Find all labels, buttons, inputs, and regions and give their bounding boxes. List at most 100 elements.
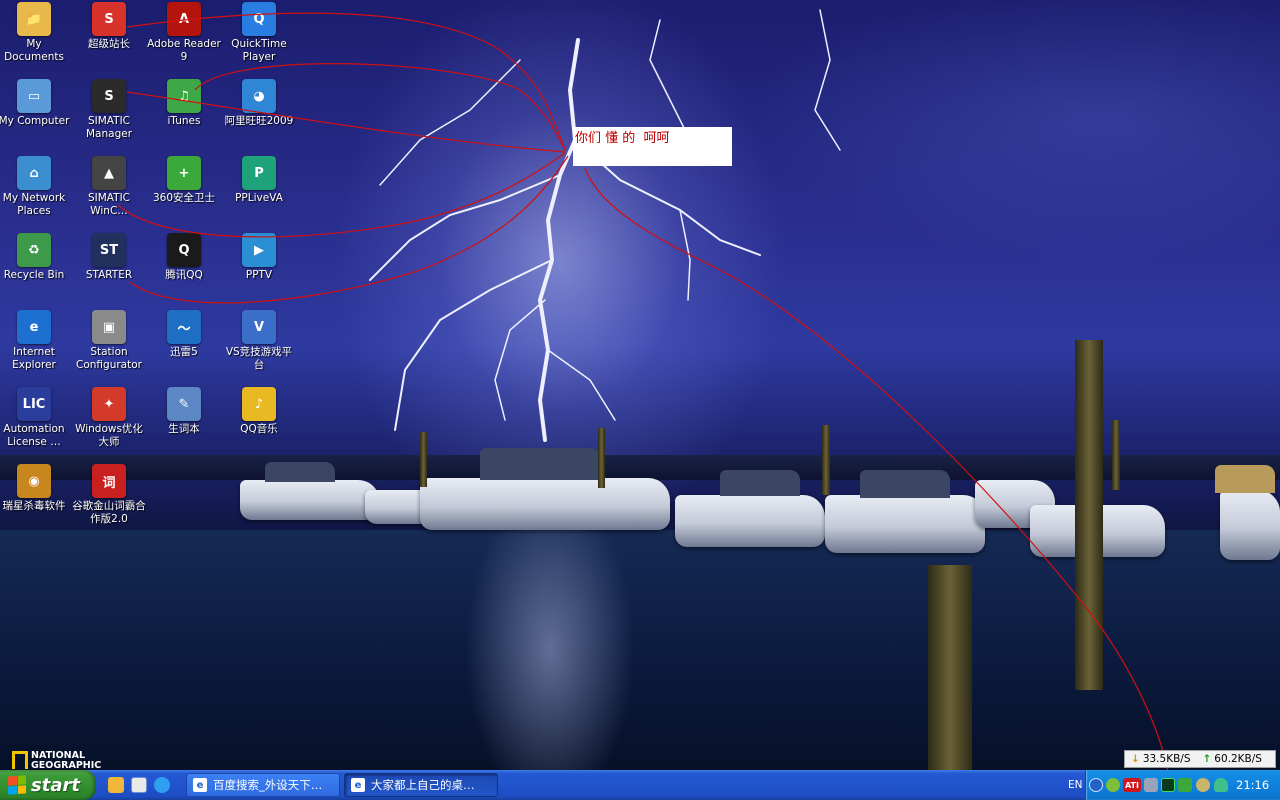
boat-cabin — [265, 462, 335, 482]
app-icon: ▭ — [17, 79, 51, 113]
desktop-icon[interactable]: ⌂ My Network Places — [0, 156, 72, 218]
ng-yellow-frame-icon — [12, 751, 28, 769]
tray-expand-chevron-icon[interactable] — [1089, 778, 1103, 792]
desktop-icon-label: 360安全卫士 — [152, 192, 216, 204]
desktop-icon[interactable]: ♻ Recycle Bin — [0, 233, 72, 282]
desktop-icon[interactable]: ♫ iTunes — [146, 79, 222, 128]
desktop-icon-label: QQ音乐 — [240, 423, 278, 435]
taskbar: start e 百度搜索_外设天下… e 大家都上自己的桌… EN ATI 21:16 — [0, 770, 1280, 800]
boat-cabin — [860, 470, 950, 498]
desktop-icon[interactable]: ✎ 生词本 — [146, 387, 222, 436]
desktop-icon[interactable]: A Adobe Reader 9 — [146, 2, 222, 64]
desktop-icon-label: PPTV — [245, 269, 273, 281]
desktop-icon[interactable]: e Internet Explorer — [0, 310, 72, 372]
desktop-icon[interactable]: 词谷歌金山词霸合作版2.0 — [71, 464, 147, 526]
app-icon: ▣ — [92, 310, 126, 344]
tray-monitor-icon[interactable] — [1161, 778, 1175, 792]
dock-piling — [822, 425, 830, 495]
desktop-icon[interactable]: V VS竞技游戏平台 — [221, 310, 297, 372]
desktop-icon[interactable]: ▲ SIMATIC WinC… — [71, 156, 147, 218]
desktop-icon[interactable]: S SIMATIC Manager — [71, 79, 147, 141]
desktop-icon-label: My Network Places — [2, 192, 66, 217]
desktop-icon[interactable]: Q QuickTime Player — [221, 2, 297, 64]
desktop-icon[interactable]: ♪ QQ音乐 — [221, 387, 297, 436]
tray-ati-icon[interactable]: ATI — [1123, 778, 1141, 792]
desktop-icon[interactable]: ▶ PPTV — [221, 233, 297, 282]
upload-arrow-icon: ↑ — [1202, 753, 1212, 765]
app-icon: LIC — [17, 387, 51, 421]
app-icon: S — [92, 2, 126, 36]
start-button[interactable]: start — [0, 770, 96, 800]
desktop-icon[interactable]: +360安全卫士 — [146, 156, 222, 205]
tray-360-icon[interactable] — [1178, 778, 1192, 792]
desktop-icon-label: QuickTime Player — [231, 38, 287, 63]
desktop-icon-label: 迅雷5 — [170, 346, 198, 358]
desktop-icon[interactable]: P PPLiveVA — [221, 156, 297, 205]
taskbar-task-label: 百度搜索_外设天下… — [213, 778, 323, 792]
app-icon: 〜 — [167, 310, 201, 344]
annotation-note: 你们 懂 的 呵呵 — [573, 127, 732, 166]
desktop-icon-label: iTunes — [167, 115, 201, 127]
network-speed-widget[interactable]: ↓ 33.5KB/S ↑ 60.2KB/S — [1124, 750, 1276, 768]
tray-clock[interactable]: 21:16 — [1236, 778, 1269, 792]
ng-brand-line2: GEOGRAPHIC — [31, 760, 102, 771]
tray-umbrella-icon[interactable] — [1214, 778, 1228, 792]
app-icon: Q — [167, 233, 201, 267]
national-geographic-logo: NATIONAL GEOGRAPHIC — [12, 751, 101, 770]
desktop-icon-label: Adobe Reader 9 — [147, 38, 221, 63]
desktop-icon[interactable]: LIC Automation License … — [0, 387, 72, 449]
dock-piling — [1112, 420, 1120, 490]
desktop-icon-label: My Computer — [0, 115, 70, 127]
quicklaunch-show-desktop-icon[interactable] — [108, 777, 124, 793]
app-icon: V — [242, 310, 276, 344]
download-arrow-icon: ↓ — [1131, 753, 1140, 765]
upload-speed: 60.2KB/S — [1214, 753, 1262, 765]
desktop-icon-label: PPLiveVA — [235, 192, 283, 204]
desktop-icon[interactable]: ✦ Windows优化大师 — [71, 387, 147, 449]
boat — [825, 495, 985, 553]
start-label: start — [31, 774, 80, 796]
desktop-icon-label: Windows优化大师 — [75, 423, 143, 448]
app-icon: 词 — [92, 464, 126, 498]
desktop-icon[interactable]: Q 腾讯QQ — [146, 233, 222, 282]
desktop-icon-label: 腾讯QQ — [165, 269, 203, 281]
boat — [1220, 490, 1280, 560]
desktop-icon-label: 谷歌金山词霸合作版2.0 — [72, 500, 146, 525]
taskbar-task-button[interactable]: e 大家都上自己的桌… — [344, 773, 498, 797]
taskbar-task-button[interactable]: e 百度搜索_外设天下… — [186, 773, 340, 797]
desktop-icon-label: 阿里旺旺2009 — [224, 115, 294, 127]
desktop-icon[interactable]: 📁 My Documents — [0, 2, 72, 64]
desktop-icon-label: Recycle Bin — [3, 269, 65, 281]
desktop-icon-label: STARTER — [85, 269, 133, 281]
tray-network-icon[interactable] — [1144, 778, 1158, 792]
boathouse — [1215, 465, 1275, 493]
desktop-icon[interactable]: S 超级站长 — [71, 2, 147, 51]
ie-window-icon: e — [351, 778, 365, 792]
app-icon: P — [242, 156, 276, 190]
windows-flag-icon — [8, 775, 26, 795]
quicklaunch-media-icon[interactable] — [131, 777, 147, 793]
desktop-icon-label: SIMATIC Manager — [85, 115, 133, 140]
desktop-icon[interactable]: ST STARTER — [71, 233, 147, 282]
boat-cabin — [480, 448, 600, 480]
desktop-icon[interactable]: ◕ 阿里旺旺2009 — [221, 79, 297, 128]
desktop-icon-label: Internet Explorer — [12, 346, 56, 371]
app-icon: ♻ — [17, 233, 51, 267]
desktop-icon[interactable]: ◉ 瑞星杀毒软件 — [0, 464, 72, 513]
taskbar-task-label: 大家都上自己的桌… — [371, 778, 475, 792]
tray-sound-icon[interactable] — [1196, 778, 1210, 792]
quicklaunch-browser-icon[interactable] — [154, 777, 170, 793]
app-icon: ▲ — [92, 156, 126, 190]
desktop-icon-label: My Documents — [4, 38, 64, 63]
desktop-icon-label: Automation License … — [3, 423, 65, 448]
tray-app-icon[interactable] — [1106, 778, 1120, 792]
desktop-icon[interactable]: 〜迅雷5 — [146, 310, 222, 359]
app-icon: S — [92, 79, 126, 113]
desktop-icon[interactable]: ▣ Station Configurator — [71, 310, 147, 372]
annotation-text: 你们 懂 的 呵呵 — [575, 131, 670, 146]
language-indicator[interactable]: EN — [1068, 779, 1083, 791]
desktop-icon[interactable]: ▭ My Computer — [0, 79, 72, 128]
desktop-icon-label: 瑞星杀毒软件 — [2, 500, 66, 512]
app-icon: ◉ — [17, 464, 51, 498]
app-icon: A — [167, 2, 201, 36]
